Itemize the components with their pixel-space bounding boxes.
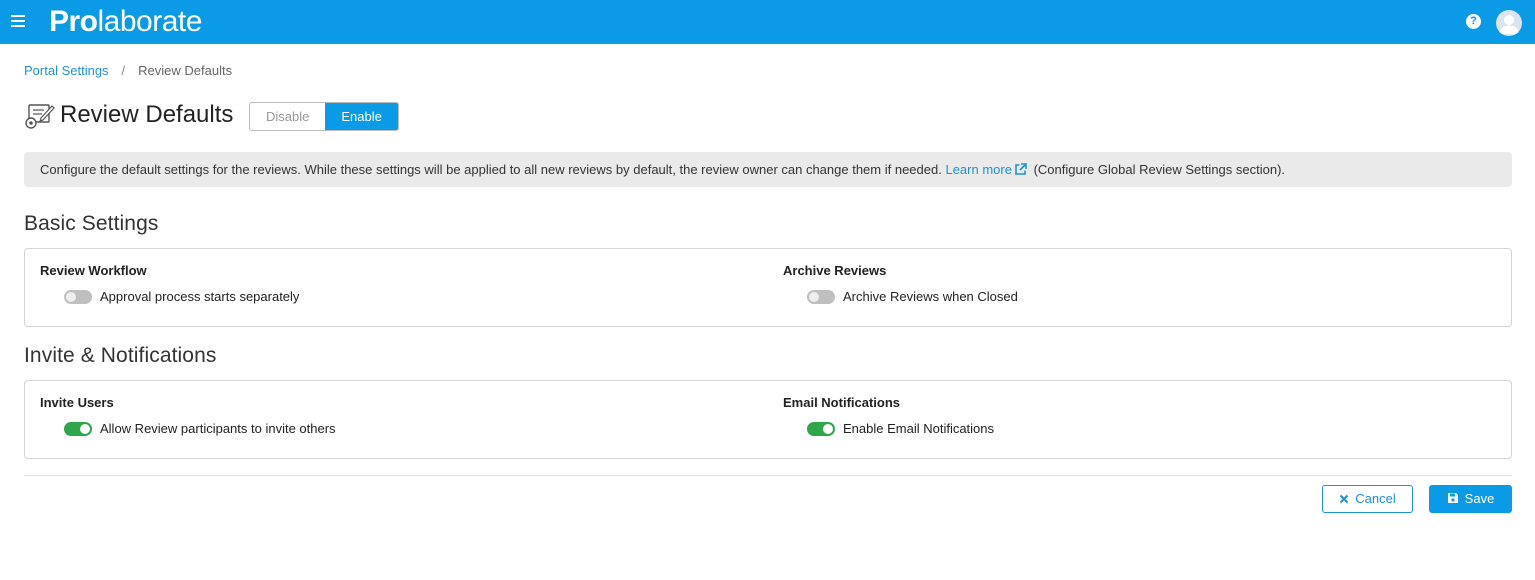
invite-users-label: Invite Users — [40, 395, 114, 410]
review-settings-icon — [25, 104, 55, 129]
review-workflow-label: Review Workflow — [40, 263, 147, 278]
email-notifications-label: Email Notifications — [783, 395, 901, 410]
enable-disable-toggle: Disable Enable — [249, 102, 399, 131]
breadcrumb-current: Review Defaults — [138, 63, 233, 78]
user-silhouette-icon — [1499, 15, 1519, 34]
brand-rest: laborate — [97, 5, 203, 38]
info-text: Configure the default settings for the r… — [40, 162, 942, 177]
top-bar: Prolaborate ? — [0, 0, 1535, 44]
info-banner: Configure the default settings for the r… — [24, 152, 1512, 187]
approval-separate-toggle[interactable] — [64, 290, 92, 304]
basic-settings-title: Basic Settings — [24, 212, 159, 235]
invite-users-group: Invite Users — [40, 395, 114, 411]
disable-button[interactable]: Disable — [250, 103, 326, 130]
help-icon[interactable]: ? — [1466, 14, 1481, 29]
email-notifications-group: Email Notifications — [783, 395, 900, 411]
archive-reviews-group: Archive Reviews — [783, 263, 886, 279]
close-icon — [1339, 487, 1349, 513]
approval-separate-label: Approval process starts separately — [100, 289, 300, 304]
cancel-button[interactable]: Cancel — [1322, 485, 1413, 513]
info-suffix: (Configure Global Review Settings sectio… — [1033, 162, 1286, 177]
save-button[interactable]: Save — [1429, 485, 1512, 513]
brand-bold: Pro — [49, 5, 98, 38]
brand-logo[interactable]: Prolaborate — [49, 4, 202, 40]
invite-notifications-title: Invite & Notifications — [24, 344, 217, 367]
cancel-label: Cancel — [1355, 491, 1396, 506]
allow-invite-label: Allow Review participants to invite othe… — [100, 421, 336, 436]
breadcrumb: Portal Settings / Review Defaults — [24, 63, 232, 78]
archive-on-close-toggle[interactable] — [807, 290, 835, 304]
email-notifications-toggle[interactable] — [807, 422, 835, 436]
allow-invite-toggle[interactable] — [64, 422, 92, 436]
archive-reviews-label: Archive Reviews — [783, 263, 887, 278]
basic-settings-card: Review Workflow Approval process starts … — [24, 248, 1512, 327]
hamburger-icon[interactable] — [11, 13, 25, 29]
review-workflow-group: Review Workflow — [40, 263, 147, 279]
external-link-icon — [1015, 163, 1027, 175]
invite-notifications-card: Invite Users Allow Review participants t… — [24, 380, 1512, 459]
email-notifications-toggle-label: Enable Email Notifications — [843, 421, 995, 436]
enable-button[interactable]: Enable — [325, 103, 398, 130]
save-label: Save — [1464, 491, 1495, 506]
archive-on-close-label: Archive Reviews when Closed — [843, 289, 1018, 304]
learn-more-label: Learn more — [945, 162, 1012, 177]
footer-divider — [24, 475, 1512, 476]
user-avatar-icon[interactable] — [1496, 10, 1522, 36]
page-title: Review Defaults — [60, 101, 234, 128]
save-icon — [1447, 487, 1459, 513]
learn-more-link[interactable]: Learn more — [945, 162, 1029, 177]
breadcrumb-portal-settings[interactable]: Portal Settings — [24, 63, 109, 78]
breadcrumb-separator: / — [121, 63, 126, 78]
